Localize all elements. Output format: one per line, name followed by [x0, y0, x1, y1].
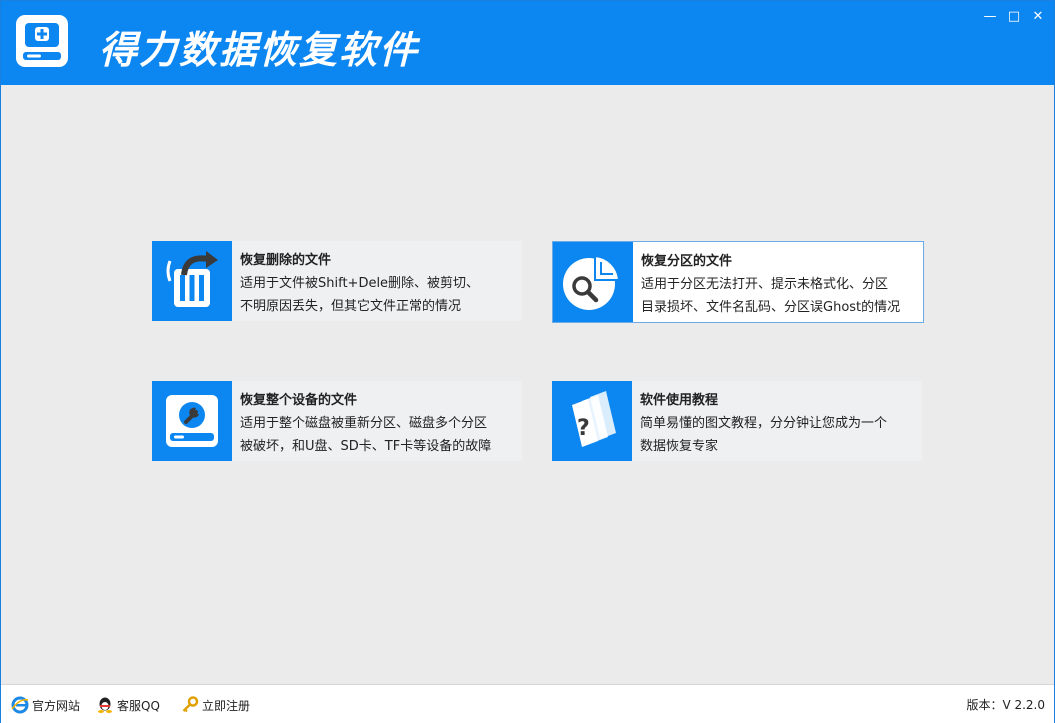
- status-bar: 官方网站 客服QQ 立即注册 版本：V 2.2.0: [1, 684, 1054, 723]
- minimize-button[interactable]: —: [982, 9, 998, 25]
- card-description-line: 目录损坏、文件名乱码、分区误Ghost的情况: [641, 300, 901, 315]
- title-bar[interactable]: 得力数据恢复软件 — □ ✕: [1, 1, 1054, 85]
- official-website-label: 官方网站: [32, 698, 81, 713]
- card-icon-box: [152, 241, 232, 321]
- card-description-line: 适用于整个磁盘被重新分区、磁盘多个分区: [240, 416, 488, 431]
- recover-deleted-files-card[interactable]: 恢复删除的文件 适用于文件被Shift+Dele删除、被剪切、 不明原因丢失，但…: [152, 241, 522, 321]
- card-title: 软件使用教程: [640, 393, 719, 408]
- version-label: 版本：V 2.2.0: [966, 698, 1045, 712]
- card-description-line: 适用于文件被Shift+Dele删除、被剪切、: [240, 276, 480, 291]
- card-icon-box: [553, 242, 633, 322]
- card-title: 恢复整个设备的文件: [240, 393, 358, 408]
- trash-restore-icon: [166, 251, 218, 307]
- customer-service-qq-link[interactable]: 客服QQ: [96, 696, 160, 714]
- official-website-link[interactable]: 官方网站: [11, 696, 80, 714]
- card-icon-box: [152, 381, 232, 461]
- card-title: 恢复删除的文件: [240, 253, 332, 268]
- card-description-line: 适用于分区无法打开、提示未格式化、分区: [641, 277, 889, 292]
- register-now-link[interactable]: 立即注册: [181, 696, 250, 714]
- ie-browser-icon: [11, 696, 29, 714]
- app-window: 得力数据恢复软件 — □ ✕ 恢复删除的文件 适用于文件被Shift+Dele删…: [0, 0, 1055, 723]
- window-controls: — □ ✕: [982, 9, 1046, 25]
- app-logo-icon: [16, 15, 68, 67]
- svg-text:?: ?: [577, 416, 590, 441]
- tutorial-book-icon: ?: [572, 391, 616, 447]
- card-description-line: 数据恢复专家: [640, 439, 719, 454]
- card-description-line: 被破坏，和U盘、SD卡、TF卡等设备的故障: [240, 439, 492, 454]
- maximize-button[interactable]: □: [1006, 9, 1022, 25]
- card-description-line: 简单易懂的图文教程，分分钟让您成为一个: [640, 416, 888, 431]
- recover-partition-files-card[interactable]: 恢复分区的文件 适用于分区无法打开、提示未格式化、分区 目录损坏、文件名乱码、分…: [552, 241, 924, 323]
- app-title: 得力数据恢复软件: [99, 28, 420, 72]
- customer-service-qq-label: 客服QQ: [117, 698, 160, 713]
- close-button[interactable]: ✕: [1030, 9, 1046, 25]
- recover-device-files-card[interactable]: 恢复整个设备的文件 适用于整个磁盘被重新分区、磁盘多个分区 被破坏，和U盘、SD…: [152, 381, 522, 461]
- card-title: 恢复分区的文件: [641, 254, 733, 269]
- partition-search-icon: [563, 254, 621, 310]
- register-now-label: 立即注册: [202, 698, 251, 713]
- tutorial-card[interactable]: ? 软件使用教程 简单易懂的图文教程，分分钟让您成为一个 数据恢复专家: [552, 381, 922, 461]
- card-icon-box: ?: [552, 381, 632, 461]
- qq-penguin-icon: [98, 697, 112, 713]
- disk-repair-icon: [166, 395, 218, 447]
- card-description-line: 不明原因丢失，但其它文件正常的情况: [240, 299, 462, 314]
- key-icon: [182, 696, 199, 713]
